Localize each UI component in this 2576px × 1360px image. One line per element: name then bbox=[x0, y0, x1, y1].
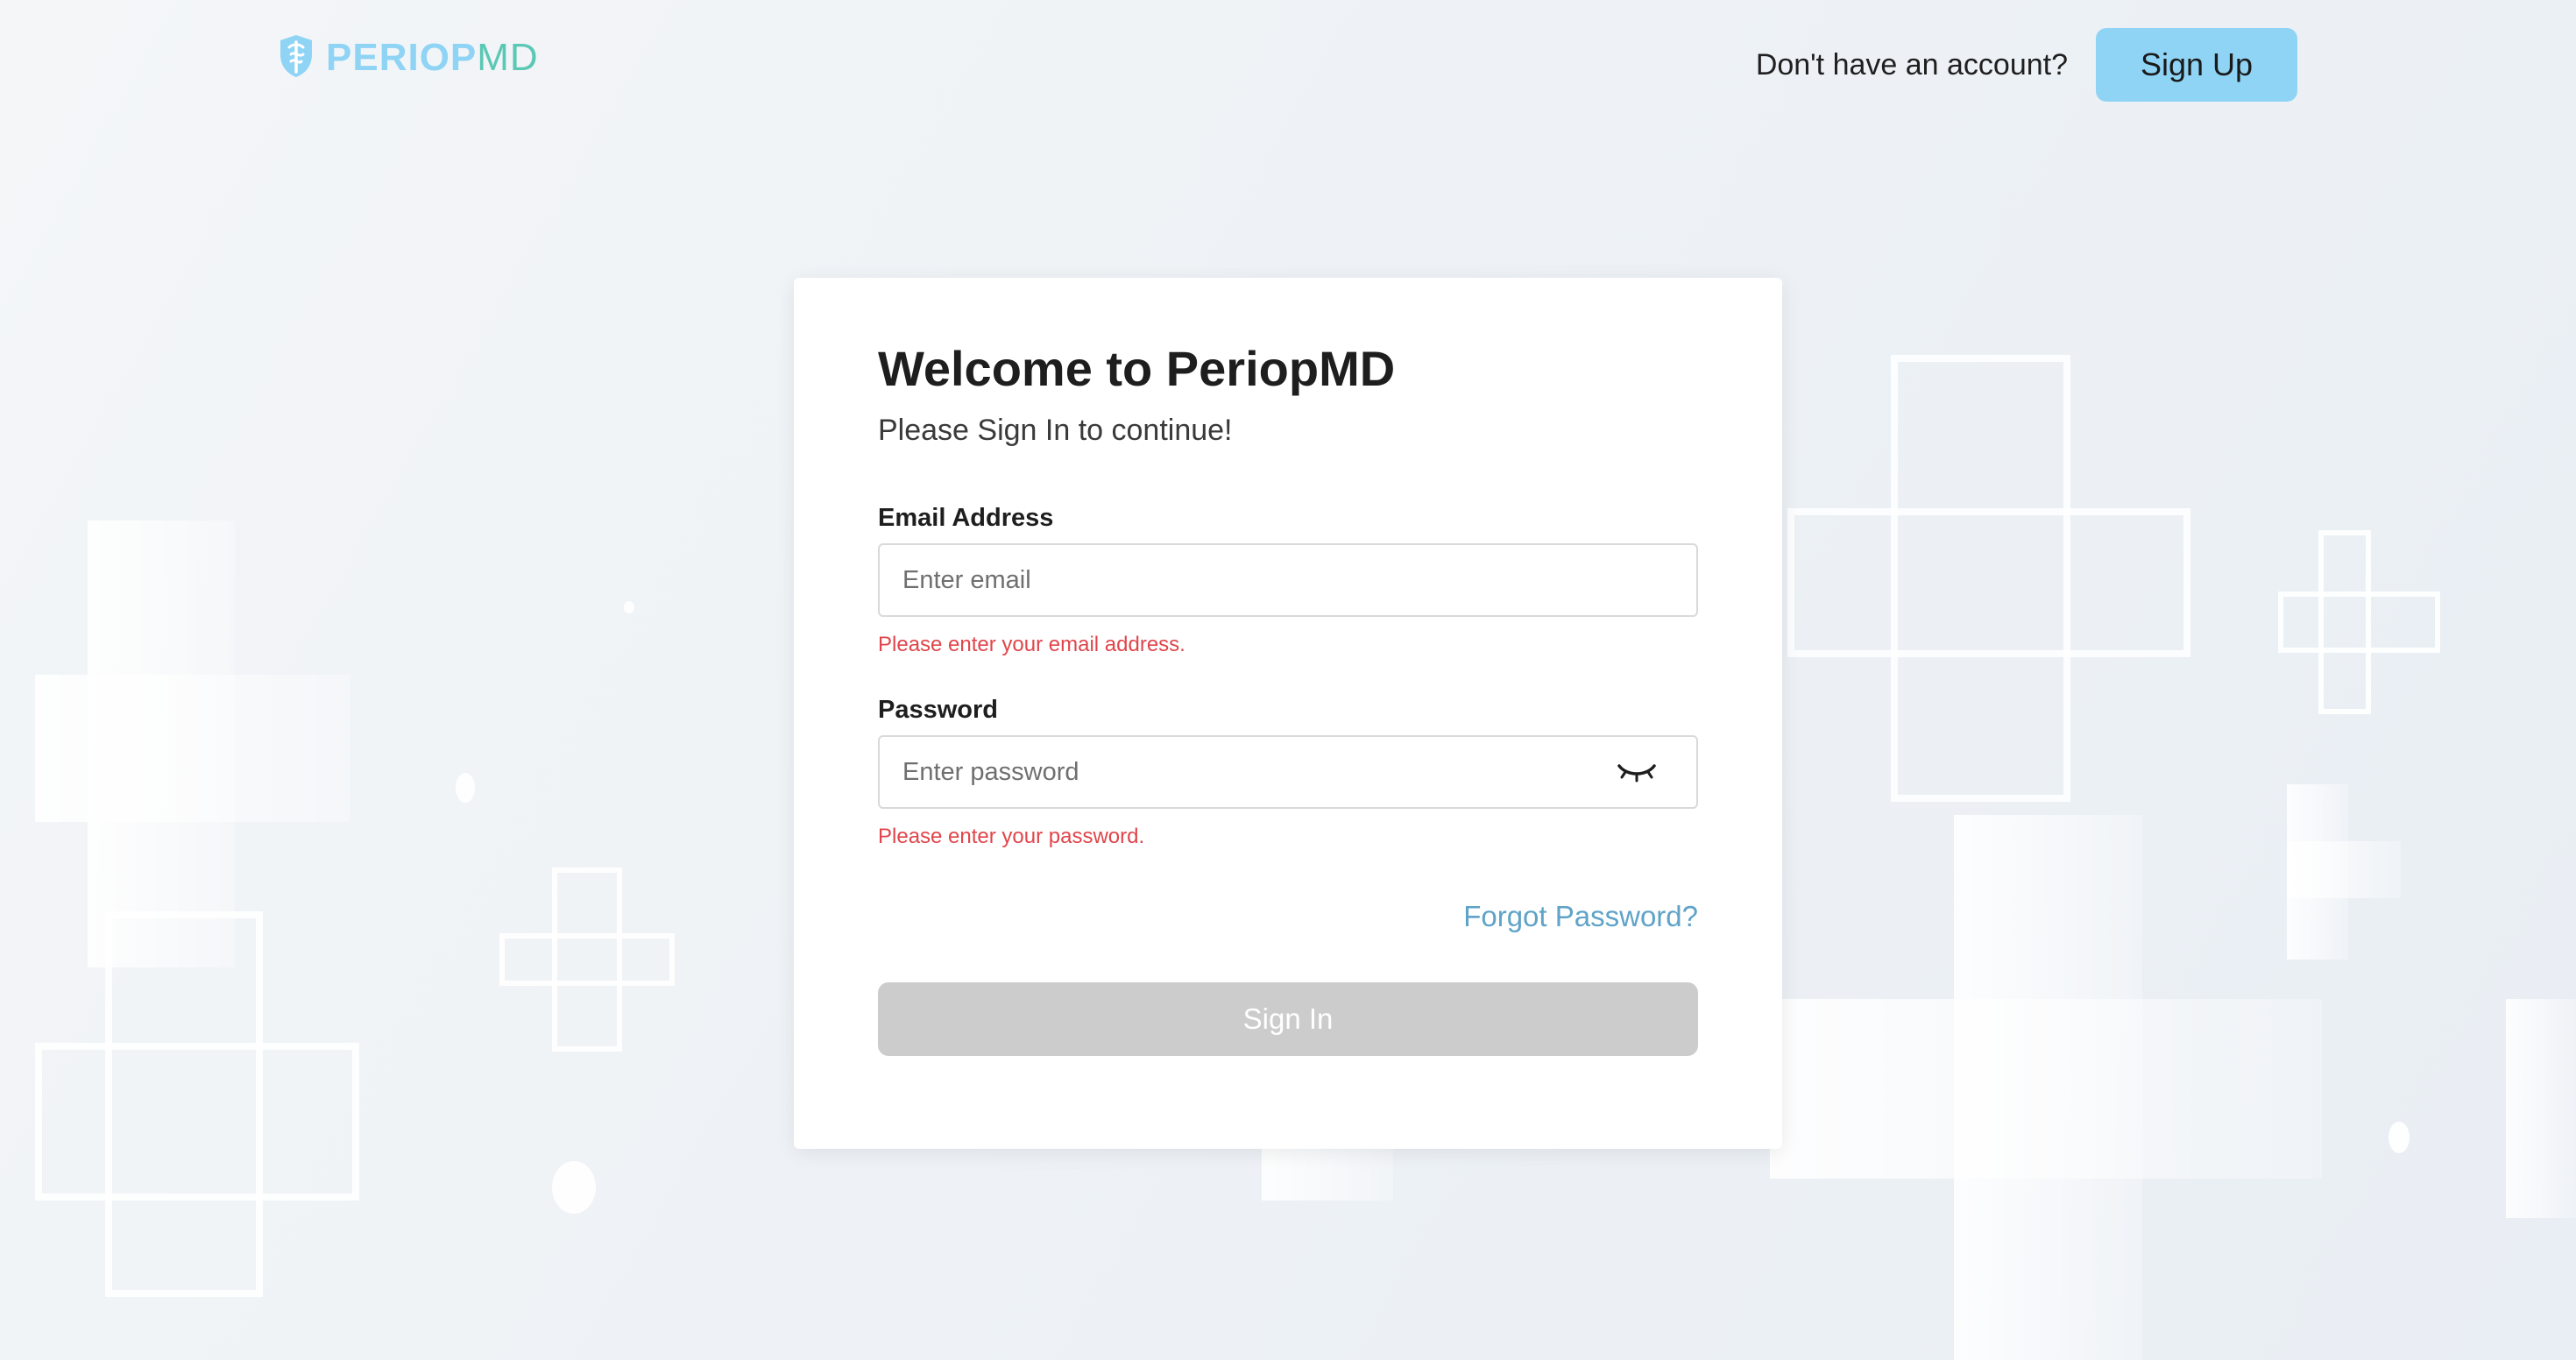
sign-in-card: Welcome to PeriopMD Please Sign In to co… bbox=[794, 278, 1782, 1149]
bokeh-dot bbox=[552, 1161, 596, 1214]
medical-cross-decoration bbox=[499, 868, 675, 1052]
email-input[interactable] bbox=[880, 545, 1696, 616]
header-actions: Don't have an account? Sign Up bbox=[1756, 28, 2297, 102]
brand-name: PERIOPMD bbox=[326, 39, 539, 77]
email-error-message: Please enter your email address. bbox=[878, 633, 1185, 657]
sign-in-button[interactable]: Sign In bbox=[878, 982, 1698, 1057]
eye-closed-icon[interactable] bbox=[1616, 757, 1658, 787]
brand-name-part2: MD bbox=[477, 36, 539, 79]
caduceus-shield-icon bbox=[277, 33, 315, 83]
medical-cross-decoration bbox=[2243, 784, 2401, 960]
bokeh-dot bbox=[456, 773, 475, 803]
bokeh-dot bbox=[624, 601, 634, 613]
password-field-wrapper bbox=[878, 735, 1698, 810]
password-label: Password bbox=[878, 696, 998, 725]
brand-name-part1: PERIOP bbox=[326, 36, 478, 79]
medical-cross-decoration bbox=[1770, 815, 2322, 1360]
password-error-message: Please enter your password. bbox=[878, 825, 1145, 849]
page-title: Welcome to PeriopMD bbox=[878, 341, 1396, 396]
email-label: Email Address bbox=[878, 504, 1054, 533]
page-subtitle: Please Sign In to continue! bbox=[878, 414, 1233, 448]
medical-cross-decoration bbox=[35, 521, 350, 967]
forgot-password-row: Forgot Password? bbox=[878, 900, 1698, 933]
medical-cross-decoration bbox=[2278, 530, 2440, 714]
sign-up-button[interactable]: Sign Up bbox=[2096, 28, 2297, 102]
password-input[interactable] bbox=[880, 737, 1696, 808]
medical-cross-decoration bbox=[2488, 999, 2576, 1218]
email-field-wrapper bbox=[878, 543, 1698, 618]
signup-prompt: Don't have an account? bbox=[1755, 47, 2068, 81]
medical-cross-decoration bbox=[1787, 355, 2190, 802]
bokeh-dot bbox=[2388, 1122, 2410, 1153]
medical-cross-decoration bbox=[35, 903, 359, 1306]
forgot-password-link[interactable]: Forgot Password? bbox=[1463, 900, 1698, 933]
brand-logo[interactable]: PERIOPMD bbox=[277, 33, 539, 83]
